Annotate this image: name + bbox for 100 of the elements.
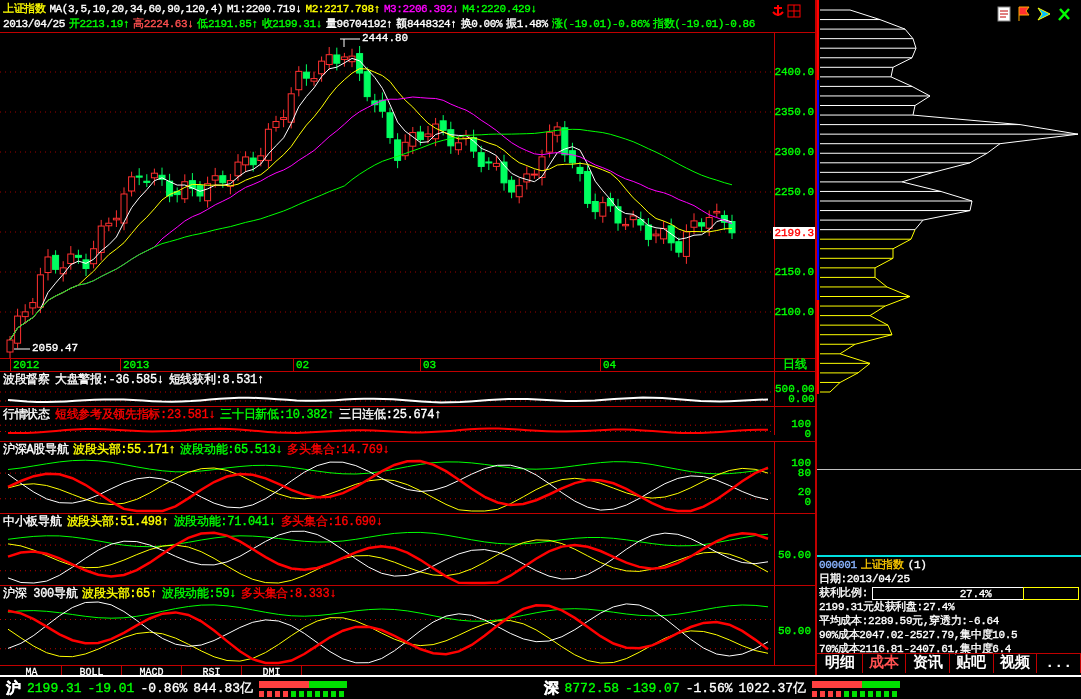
quote-value: 换0.00% (460, 17, 503, 31)
index-change: -139.07 (625, 680, 680, 696)
price-axis-label: 2100.0 (774, 306, 814, 318)
indicator-value: 多头集合:14.769↓ (287, 441, 390, 458)
price-axis-label: 2150.0 (774, 266, 814, 278)
indicator-axis-label: 100 (791, 458, 811, 469)
date-axis-label: 02 (293, 359, 310, 371)
cost-info-line: 70%成本2116.81-2407.61,集中度6.4 (819, 643, 1012, 655)
indicator-value: 波段头部:65↑ (82, 585, 157, 602)
quote-value: 高2224.63↓ (133, 17, 194, 31)
indicator-axis-label: 80 (797, 468, 811, 479)
indicator-title: 中小板导航 (3, 513, 62, 530)
high-price-note: 2444.80 (362, 32, 409, 44)
cost-info-line: 2199.31元处获利盘:27.4% (819, 601, 956, 614)
side-tab[interactable]: 成本 (862, 654, 907, 673)
quote-value: 额8448324↑ (396, 17, 457, 31)
indicator-axis-label: 0 (804, 496, 811, 507)
market-name: 深 (543, 679, 559, 698)
ma-parameters: MA(3,5,10,20,34,60,90,120,4) (49, 2, 224, 15)
index-percent: -0.86% (140, 680, 188, 696)
price-axis-label: 2400.0 (774, 66, 814, 78)
leader-line (13, 348, 31, 350)
quote-value: 开2213.19↑ (69, 17, 130, 31)
indicator-value: 短线参考及领先指标:23.581↓ (54, 406, 216, 423)
index-percent: -1.56% (685, 680, 733, 696)
cost-info-line: 90%成本2047.02-2527.79,集中度10.5 (819, 629, 1019, 642)
document-icon[interactable] (997, 6, 1011, 22)
quote-value: 收2199.31↓ (261, 17, 322, 31)
date-axis-label: 2013 (120, 359, 150, 371)
stock-name: 上证指数 (860, 559, 904, 572)
date-axis-label: 2012 (10, 359, 40, 371)
quote-value: 振1.48% (506, 17, 548, 31)
ma-value: M1:2200.719↓ (227, 2, 302, 15)
indicator-axis-label: 100 (791, 419, 811, 429)
cost-date: 日期:2013/04/25 (819, 573, 911, 586)
indicator-value: 多头集合:8.333↓ (241, 585, 337, 602)
cost-info-line: 平均成本:2289.59元,穿透力:-6.64 (819, 615, 1001, 628)
side-tab[interactable]: 明细 (819, 654, 863, 673)
indicator-tab[interactable]: MA (2, 666, 62, 675)
indicator-value: 波段头部:55.171↑ (73, 441, 176, 458)
side-tab[interactable]: ... (1037, 654, 1081, 673)
indicator-tab[interactable]: MACD (122, 666, 182, 675)
quote-value: 量96704192↑ (325, 17, 393, 31)
indicator-axis-label: 0.00 (788, 394, 815, 404)
indicator-value: 波段动能:59↓ (161, 585, 237, 602)
profit-ratio-label: 获利比例: (819, 587, 869, 600)
indicator-value: 短线获利:8.531↑ (168, 371, 264, 388)
index-title: 上证指数 (3, 2, 46, 16)
indicator-axis-label: 50.00 (778, 625, 811, 636)
ma-value: M2:2217.798↑ (305, 2, 380, 15)
profit-ratio-value: 27.4% (959, 588, 992, 599)
index-price: 8772.58 (564, 680, 620, 696)
price-axis-label: 2250.0 (774, 186, 814, 198)
indicator-title: 沪深 300导航 (3, 585, 78, 602)
side-tab[interactable]: 贴吧 (950, 654, 994, 673)
period-label: 日线 (782, 359, 808, 371)
indicator-value: 波段动能:65.513↓ (180, 441, 283, 458)
stock-suffix: (1) (907, 559, 927, 572)
turnover-amount: 844.83亿 (193, 680, 254, 697)
anchor-icon[interactable] (771, 4, 785, 18)
low-price-note: 2059.47 (32, 342, 79, 354)
indicator-title: 沪深A股导航 (3, 441, 69, 458)
price-axis-label: 2300.0 (774, 146, 814, 158)
quote-value: 低2191.85↑ (197, 17, 258, 31)
indicator-tab[interactable]: BOLL (62, 666, 122, 675)
quote-value: 指数(-19.01)-0.86 (653, 17, 755, 31)
quote-value: 2013/04/25 (3, 17, 65, 30)
stock-code: 000001 (819, 559, 857, 572)
date-axis-label: 04 (600, 359, 617, 371)
date-axis-label: 03 (420, 359, 437, 371)
turnover-amount: 1022.37亿 (738, 680, 807, 697)
indicator-title: 波段督察 (3, 371, 50, 388)
index-price: 2199.31 (27, 680, 82, 696)
indicator-value: 三日连低:25.674↑ (339, 406, 442, 423)
indicator-value: 三十日新低:10.382↑ (220, 406, 335, 423)
ma-value: M3:2206.392↓ (383, 2, 459, 15)
indicator-axis-label: 50.00 (778, 549, 811, 560)
current-price-tag: 2199.3 (773, 226, 815, 239)
indicator-value: 大盘警报:-36.585↓ (54, 371, 164, 388)
side-tab[interactable]: 资讯 (906, 654, 950, 673)
quote-value: 涨(-19.01)-0.86% (551, 17, 650, 31)
indicator-axis-label: 0 (804, 429, 811, 439)
indicator-tab[interactable]: RSI (182, 666, 242, 675)
leader-line (339, 38, 361, 48)
market-breadth-icon (812, 679, 903, 697)
indicator-value: 波段动能:71.041↓ (173, 513, 276, 530)
arrow-icon[interactable] (1037, 6, 1051, 22)
index-change: -19.01 (87, 680, 135, 696)
window-icon[interactable] (787, 4, 801, 18)
ma-value: M4:2220.429↓ (462, 2, 537, 15)
indicator-axis-label: 500.00 (775, 384, 815, 394)
market-breadth-icon (259, 679, 350, 697)
price-axis-label: 2350.0 (774, 106, 814, 118)
flag-icon[interactable] (1017, 6, 1031, 22)
indicator-axis-label: 20 (797, 486, 811, 497)
indicator-value: 波段头部:51.498↑ (66, 513, 169, 530)
indicator-tab[interactable]: DMI (242, 666, 302, 675)
side-tab[interactable]: 视频 (993, 654, 1038, 673)
indicator-title: 行情状态 (3, 406, 50, 423)
indicator-value: 多头集合:16.690↓ (280, 513, 383, 530)
